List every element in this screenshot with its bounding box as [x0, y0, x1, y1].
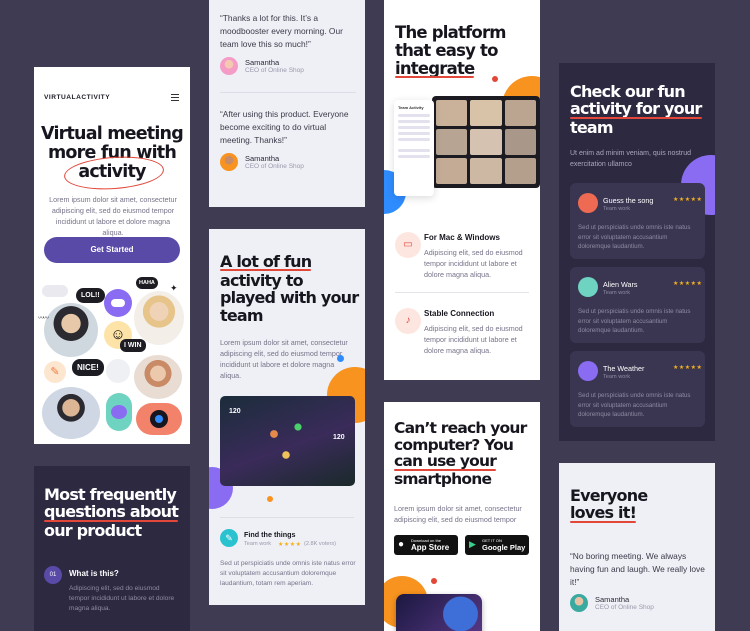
red-dot: [492, 76, 498, 82]
testimonial-author: Samantha CEO of Online Shop: [220, 153, 304, 171]
street-lights: [256, 406, 316, 476]
hamburger-icon[interactable]: [171, 94, 179, 101]
faq-question[interactable]: What is this?: [69, 569, 119, 578]
avatar: [134, 291, 184, 345]
placeholder-circle: [106, 359, 130, 383]
apple-icon: ●: [398, 539, 405, 550]
feature-title: For Mac & Windows: [424, 233, 500, 242]
loves-card: Everyone loves it! “No boring meeting. W…: [559, 463, 715, 631]
testimonial-author: Samantha CEO of Online Shop: [570, 594, 654, 612]
feature-text: Adipiscing elit, sed do eiusmod tempor i…: [424, 324, 523, 356]
app-store-button[interactable]: ● Download on the App Store: [394, 535, 458, 555]
placeholder-circle: [42, 285, 68, 297]
activity-collage: LOL!! HAHA ✦ 〰〰 ☺ I WIN NICE! ✎: [34, 275, 190, 444]
score: 120: [333, 434, 345, 441]
activity-item[interactable]: The Weather ★★★★★ Team work Sed ut persp…: [570, 351, 705, 427]
activities-card: Check our fun activity for your team Ut …: [559, 63, 715, 441]
google-play-button[interactable]: ▶ GET IT ON Google Play: [465, 535, 529, 555]
lol-bubble: LOL!!: [76, 288, 105, 303]
feature-title: Stable Connection: [424, 309, 495, 318]
video-grid: [432, 96, 540, 188]
faq-title: Most frequently questions about our prod…: [44, 485, 179, 541]
avatar: [220, 57, 238, 75]
avatar: [42, 387, 100, 439]
pencil-icon: ✎: [44, 361, 66, 383]
note-icon: ✎: [220, 529, 238, 547]
faq-answer: Adipiscing elit, sed do eiusmod tempor i…: [69, 585, 175, 613]
platform-title: The platform that easy to integrate: [395, 23, 506, 79]
score: 120: [229, 408, 241, 415]
platform-card: The platform that easy to integrate Team…: [384, 0, 540, 380]
nice-bubble: NICE!: [72, 359, 104, 376]
loves-title: Everyone loves it!: [570, 486, 648, 523]
smartphone-card: Can’t reach your computer? You can use y…: [384, 402, 540, 631]
fun-title: A lot of fun activity to played with you…: [220, 252, 359, 325]
monitor-icon: ▭: [395, 232, 421, 258]
faq-card: Most frequently questions about our prod…: [34, 466, 190, 631]
alien-icon: [578, 277, 598, 297]
get-started-button[interactable]: Get Started: [44, 237, 180, 263]
zigzag-icon: 〰〰: [38, 316, 49, 322]
weather-icon: [104, 289, 132, 317]
avatar: [134, 355, 182, 399]
activity-item[interactable]: Guess the song ★★★★★ Team work Sed ut pe…: [570, 183, 705, 259]
feature-text: Adipiscing elit, sed do eiusmod tempor i…: [424, 248, 523, 280]
testimonial-text: “No boring meeting. We always having fun…: [570, 551, 705, 588]
fun-activity-card: A lot of fun activity to played with you…: [209, 229, 365, 605]
app-sidebar: Team Activity: [394, 100, 434, 196]
avatar: [220, 153, 238, 171]
fun-body: Lorem ipsum dolor sit amet, consectetur …: [220, 338, 348, 381]
hero-card: VIRTUALACTIVITY Virtual meeting more fun…: [34, 67, 190, 444]
play-icon: ▶: [469, 539, 476, 549]
activity-item[interactable]: Alien Wars ★★★★★ Team work Sed ut perspi…: [570, 267, 705, 343]
avatar: [44, 303, 98, 357]
red-dot: [431, 578, 437, 584]
haha-bubble: HAHA: [136, 277, 158, 289]
divider: [395, 292, 529, 293]
logo[interactable]: VIRTUALACTIVITY: [44, 94, 110, 101]
phone-mockup: [396, 594, 482, 631]
faq-number: 01: [44, 566, 62, 584]
testimonials-card: “Thanks a lot for this. It’s a moodboost…: [209, 0, 365, 207]
divider: [220, 517, 354, 518]
blue-dot: [337, 355, 344, 362]
win-bubble: I WIN: [120, 339, 146, 352]
smartphone-body: Lorem ipsum dolor sit amet, consectetur …: [394, 504, 522, 525]
divider: [220, 92, 356, 93]
bell-icon: ♪: [395, 308, 421, 334]
weather-icon: [578, 361, 598, 381]
alien-icon: [106, 393, 132, 431]
testimonial-text: “After using this product. Everyone beco…: [220, 109, 349, 146]
sparkle-icon: ✦: [170, 283, 178, 293]
game-screen: 120 120: [220, 396, 355, 486]
orange-dot: [267, 496, 273, 502]
hero-body: Lorem ipsum dolor sit amet, consectetur …: [49, 195, 177, 238]
testimonial-author: Samantha CEO of Online Shop: [220, 57, 304, 75]
music-icon: [578, 193, 598, 213]
record-icon: [136, 403, 182, 435]
smartphone-title: Can’t reach your computer? You can use y…: [394, 419, 527, 489]
activities-subtitle: Ut enim ad minim veniam, quis nostrud ex…: [570, 150, 691, 168]
testimonial-text: “Thanks a lot for this. It’s a moodboost…: [220, 13, 343, 50]
avatar: [570, 594, 588, 612]
activities-title: Check our fun activity for your team: [570, 82, 702, 138]
